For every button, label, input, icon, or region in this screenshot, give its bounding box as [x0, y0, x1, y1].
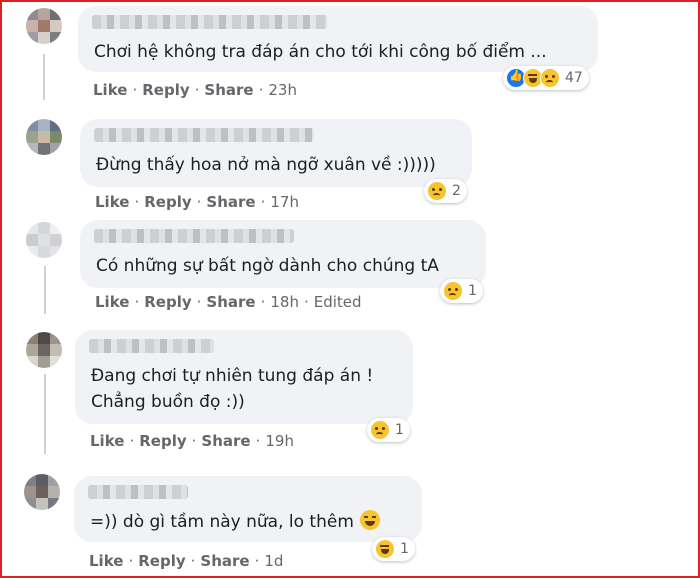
reply-link[interactable]: Reply: [142, 81, 189, 99]
like-link[interactable]: Like: [95, 193, 129, 211]
share-link[interactable]: Share: [206, 193, 255, 211]
reply-link[interactable]: Reply: [139, 432, 186, 450]
sad-icon: [427, 181, 447, 201]
reaction-summary[interactable]: 1: [372, 537, 415, 561]
blurred-author-name[interactable]: [88, 485, 188, 499]
comment-actions: Like · Reply · Share · 23h: [93, 81, 297, 99]
share-link[interactable]: Share: [201, 432, 250, 450]
reaction-count: 1: [468, 283, 477, 299]
avatar[interactable]: [26, 332, 62, 368]
reaction-count: 47: [565, 70, 583, 86]
timestamp[interactable]: 19h: [265, 432, 294, 450]
blurred-author-name[interactable]: [89, 339, 214, 353]
share-link[interactable]: Share: [204, 81, 253, 99]
timestamp[interactable]: 18h: [270, 293, 299, 311]
like-link[interactable]: Like: [93, 81, 127, 99]
reaction-summary[interactable]: 2: [424, 179, 467, 203]
blurred-author-name[interactable]: [92, 15, 327, 29]
edited-label[interactable]: Edited: [314, 293, 362, 311]
sad-icon: [443, 281, 463, 301]
reaction-count: 2: [452, 183, 461, 199]
reply-link[interactable]: Reply: [144, 293, 191, 311]
share-link[interactable]: Share: [200, 552, 249, 570]
thread-line: [44, 374, 46, 454]
comment-bubble: Chơi hệ không tra đáp án cho tới khi côn…: [78, 6, 598, 72]
avatar[interactable]: [24, 474, 60, 510]
comment-actions: Like · Reply · Share · 18h · Edited: [95, 293, 362, 311]
comment-text-line-2: Chẳng buồn đọ :)): [91, 392, 245, 412]
tired-face-icon: [359, 510, 380, 530]
avatar[interactable]: [26, 119, 62, 155]
timestamp[interactable]: 17h: [270, 193, 299, 211]
reaction-summary[interactable]: 47: [503, 66, 589, 90]
comment-bubble: Đừng thấy hoa nở mà ngỡ xuân về :))))): [80, 119, 472, 187]
timestamp[interactable]: 23h: [268, 81, 297, 99]
like-link[interactable]: Like: [90, 432, 124, 450]
reaction-count: 1: [400, 541, 409, 557]
reaction-summary[interactable]: 1: [440, 279, 483, 303]
comment-actions: Like · Reply · Share · 17h: [95, 193, 299, 211]
thread-line: [44, 266, 46, 314]
reaction-summary[interactable]: 1: [367, 418, 410, 442]
like-link[interactable]: Like: [89, 552, 123, 570]
comment-text: Có những sự bất ngờ dành cho chúng tA: [96, 256, 439, 276]
reply-link[interactable]: Reply: [138, 552, 185, 570]
share-link[interactable]: Share: [206, 293, 255, 311]
comment-text: Đừng thấy hoa nở mà ngỡ xuân về :))))): [96, 155, 436, 175]
avatar[interactable]: [26, 222, 62, 258]
comment-actions: Like · Reply · Share · 19h: [90, 432, 294, 450]
comment-actions: Like · Reply · Share · 1d: [89, 552, 284, 570]
reaction-count: 1: [395, 422, 404, 438]
sad-icon: [540, 68, 560, 88]
sad-icon: [370, 420, 390, 440]
comment-text-line-1: Đang chơi tự nhiên tung đáp án !: [91, 366, 374, 386]
comment-bubble: Đang chơi tự nhiên tung đáp án ! Chẳng b…: [75, 330, 413, 424]
blurred-author-name[interactable]: [94, 229, 294, 243]
comment-text: =)) dò gì tầm này nữa, lo thêm: [90, 509, 380, 535]
reply-link[interactable]: Reply: [144, 193, 191, 211]
comment-bubble: =)) dò gì tầm này nữa, lo thêm: [74, 476, 422, 542]
comment-text: Chơi hệ không tra đáp án cho tới khi côn…: [94, 42, 547, 62]
comment-bubble: Có những sự bất ngờ dành cho chúng tA: [80, 220, 486, 288]
timestamp[interactable]: 1d: [264, 552, 283, 570]
avatar[interactable]: [26, 8, 62, 44]
haha-icon: [375, 539, 395, 559]
thread-line: [43, 54, 45, 100]
blurred-author-name[interactable]: [94, 128, 314, 142]
like-link[interactable]: Like: [95, 293, 129, 311]
